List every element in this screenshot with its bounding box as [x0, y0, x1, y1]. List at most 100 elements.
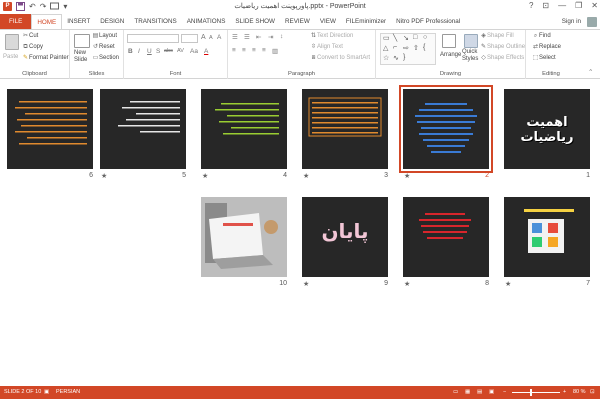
format-painter-button[interactable]: ✎Format Painter: [22, 54, 69, 62]
avatar[interactable]: [587, 16, 597, 27]
reset-button[interactable]: ↺Reset: [92, 43, 115, 51]
tab-fileminimizer[interactable]: FILEminimizer: [341, 14, 391, 29]
slide-thumbnail-4[interactable]: [201, 89, 287, 169]
select-button[interactable]: ⬚Select: [532, 54, 556, 62]
zoom-level[interactable]: 80 %: [573, 386, 586, 399]
collapse-ribbon-icon[interactable]: ⌃: [588, 68, 593, 76]
arrange-icon[interactable]: [442, 34, 456, 48]
align-right-icon[interactable]: ≡: [252, 47, 256, 54]
language-indicator[interactable]: PERSIAN: [56, 386, 80, 399]
line-spacing-icon[interactable]: ↕: [280, 33, 283, 40]
zoom-slider-thumb[interactable]: [530, 389, 533, 396]
slide-show-icon[interactable]: ▣: [489, 386, 494, 399]
slide-thumbnail-2[interactable]: [399, 85, 493, 173]
transition-star-icon[interactable]: ★: [505, 280, 511, 288]
shape-oval-icon[interactable]: ○: [423, 34, 427, 41]
shrink-font-icon[interactable]: A: [209, 35, 213, 41]
shape-triangle-icon[interactable]: △: [383, 44, 388, 52]
help-icon[interactable]: ?: [529, 1, 533, 10]
shape-effects-button[interactable]: ◇Shape Effects: [480, 54, 524, 62]
italic-button[interactable]: I: [138, 48, 140, 55]
new-slide-button[interactable]: New Slide: [74, 50, 87, 64]
tab-transitions[interactable]: TRANSITIONS: [129, 14, 181, 29]
tab-home[interactable]: HOME: [31, 14, 63, 29]
slide-thumbnail-7[interactable]: [504, 197, 590, 277]
slide-thumbnail-10[interactable]: [201, 197, 287, 277]
new-slide-icon[interactable]: [74, 34, 90, 48]
ribbon-display-options-icon[interactable]: ⊡: [542, 1, 549, 10]
transition-star-icon[interactable]: ★: [101, 172, 107, 180]
numbering-icon[interactable]: ☰: [244, 33, 250, 41]
font-name-dropdown[interactable]: [127, 34, 179, 43]
paste-button[interactable]: Paste: [3, 53, 18, 61]
strikethrough-button[interactable]: abc: [164, 48, 173, 54]
tab-file[interactable]: FILE: [0, 14, 32, 29]
restore-icon[interactable]: ❐: [575, 1, 582, 10]
tab-slide-show[interactable]: SLIDE SHOW: [230, 14, 280, 29]
section-button[interactable]: ▭Section: [92, 54, 119, 62]
underline-button[interactable]: U: [147, 48, 152, 55]
fit-to-window-icon[interactable]: ⊡: [590, 386, 595, 399]
slide-thumbnail-9[interactable]: پایان: [302, 197, 388, 277]
close-icon[interactable]: ✕: [591, 1, 598, 10]
slide-thumbnail-6[interactable]: [7, 89, 93, 169]
minimize-icon[interactable]: —: [558, 1, 566, 10]
quick-styles-button[interactable]: Quick Styles: [462, 49, 478, 63]
zoom-out-icon[interactable]: −: [503, 386, 506, 399]
paste-icon[interactable]: [5, 34, 19, 50]
tab-animations[interactable]: ANIMATIONS: [182, 14, 231, 29]
zoom-slider[interactable]: [512, 392, 560, 393]
font-size-dropdown[interactable]: [181, 34, 198, 43]
find-button[interactable]: ⌕ Find: [532, 32, 551, 40]
cut-button[interactable]: ✂Cut: [22, 32, 38, 40]
copy-button[interactable]: ⧉Copy: [22, 43, 43, 51]
shape-elbow-icon[interactable]: ⌐: [393, 44, 397, 51]
align-center-icon[interactable]: ≡: [242, 47, 246, 54]
zoom-in-icon[interactable]: +: [563, 386, 566, 399]
proofing-icon[interactable]: ▣: [44, 386, 49, 399]
clear-formatting-icon[interactable]: A: [217, 34, 221, 41]
tab-nitro-pdf[interactable]: Nitro PDF Professional: [391, 14, 465, 29]
grow-font-icon[interactable]: A: [201, 34, 206, 41]
shape-brace-icon[interactable]: {: [423, 44, 425, 51]
text-direction-button[interactable]: ⇅Text Direction: [310, 32, 353, 40]
shape-rect-icon[interactable]: □: [413, 34, 417, 41]
arrange-button[interactable]: Arrange: [440, 51, 461, 59]
decrease-indent-icon[interactable]: ⇤: [256, 33, 261, 41]
convert-smartart-button[interactable]: ⧈ Convert to SmartArt: [310, 54, 370, 62]
font-color-button[interactable]: A: [204, 48, 208, 55]
align-text-button[interactable]: ⇳Align Text: [310, 43, 343, 51]
slide-sorter-view-icon[interactable]: ▦: [465, 386, 470, 399]
sign-in-link[interactable]: Sign in: [562, 14, 581, 29]
shapes-gallery[interactable]: ▭ ╲ ↘ □ ○ △ ⌐ ⇨ ⇧ { ☆ ∿ }: [380, 33, 436, 65]
slide-thumbnail-3[interactable]: [302, 89, 388, 169]
shape-textbox-icon[interactable]: ▭: [383, 34, 390, 42]
align-left-icon[interactable]: ≡: [232, 47, 236, 54]
slide-thumbnail-5[interactable]: [100, 89, 186, 169]
transition-star-icon[interactable]: ★: [202, 172, 208, 180]
replace-button[interactable]: ⇄Replace: [532, 43, 561, 51]
shape-brace-right-icon[interactable]: }: [403, 54, 405, 61]
shape-curve-icon[interactable]: ∿: [393, 54, 399, 62]
transition-star-icon[interactable]: ★: [404, 172, 410, 180]
shape-star-icon[interactable]: ☆: [383, 54, 389, 62]
shape-line-icon[interactable]: ╲: [393, 34, 397, 42]
slide-thumbnail-1[interactable]: اهمیت ریاضیات: [504, 89, 590, 169]
change-case-button[interactable]: Aa: [190, 48, 198, 55]
slide-thumbnail-8[interactable]: [403, 197, 489, 277]
shape-right-arrow-icon[interactable]: ⇨: [403, 44, 409, 52]
bold-button[interactable]: B: [128, 48, 133, 55]
shape-outline-button[interactable]: ✎Shape Outline: [480, 43, 525, 51]
quick-styles-icon[interactable]: [464, 34, 478, 48]
reading-view-icon[interactable]: ▤: [477, 386, 482, 399]
normal-view-icon[interactable]: ▭: [453, 386, 458, 399]
tab-design[interactable]: DESIGN: [95, 14, 129, 29]
transition-star-icon[interactable]: ★: [404, 280, 410, 288]
justify-icon[interactable]: ≡: [262, 47, 266, 54]
transition-star-icon[interactable]: ★: [303, 280, 309, 288]
bullets-icon[interactable]: ☰: [232, 33, 238, 41]
text-shadow-button[interactable]: S: [156, 48, 160, 55]
shape-up-arrow-icon[interactable]: ⇧: [413, 44, 419, 52]
increase-indent-icon[interactable]: ⇥: [268, 33, 273, 41]
shape-arrow-icon[interactable]: ↘: [403, 34, 409, 42]
